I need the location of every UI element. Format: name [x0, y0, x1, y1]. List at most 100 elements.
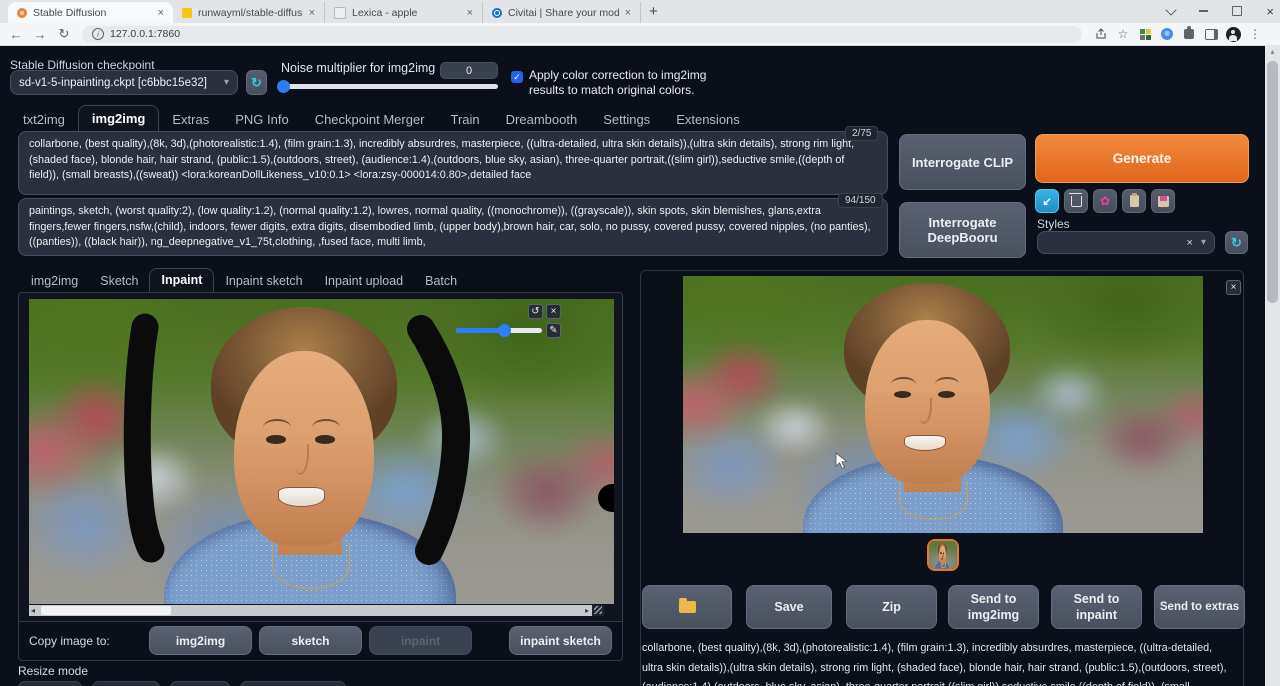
styles-dropdown[interactable]: × ▾	[1037, 231, 1215, 254]
clear-image-icon[interactable]: ×	[546, 304, 561, 319]
canvas-h-scrollbar[interactable]: ◂ ▸	[29, 605, 604, 616]
back-icon[interactable]: ←	[4, 27, 28, 42]
browser-tab-title: runwayml/stable-diffusion-inpa	[198, 6, 303, 19]
resize-mode-option[interactable]	[92, 681, 160, 686]
mode-tab-img2img[interactable]: img2img	[20, 270, 89, 292]
browser-tab-huggingface[interactable]: runwayml/stable-diffusion-inpa ×	[173, 2, 325, 23]
browser-tab-lexica[interactable]: Lexica - apple ×	[325, 2, 483, 23]
page-scrollbar[interactable]: ▴	[1265, 45, 1280, 686]
apply-styles-button[interactable]	[1122, 189, 1146, 213]
extra-networks-button[interactable]: ✿	[1093, 189, 1117, 213]
brush-size-slider[interactable]	[456, 324, 542, 337]
scrollbar-thumb[interactable]	[1267, 61, 1278, 303]
tab-close-icon[interactable]: ×	[158, 7, 164, 19]
undo-icon[interactable]: ↺	[528, 304, 543, 319]
portrait-face	[844, 282, 1011, 495]
paste-generation-params-button[interactable]: ↙	[1035, 189, 1059, 213]
new-tab-button[interactable]: +	[649, 3, 658, 20]
refresh-checkpoint-button[interactable]: ↻	[246, 70, 267, 95]
copy-to-img2img-button[interactable]: img2img	[149, 626, 252, 655]
zip-button[interactable]: Zip	[846, 585, 937, 629]
scroll-left-icon[interactable]: ◂	[31, 605, 35, 616]
copy-to-inpaint-sketch-button[interactable]: inpaint sketch	[509, 626, 612, 655]
site-info-icon[interactable]: i	[92, 28, 104, 40]
send-to-extras-button[interactable]: Send to extras	[1154, 585, 1245, 629]
mode-tab-inpaint[interactable]: Inpaint	[149, 268, 215, 292]
send-to-inpaint-button[interactable]: Send to inpaint	[1051, 585, 1142, 629]
tab-train[interactable]: Train	[438, 107, 493, 132]
brush-icon[interactable]: ✎	[546, 323, 561, 338]
scroll-right-icon[interactable]: ▸	[585, 605, 589, 616]
extension-grid-icon[interactable]	[1134, 23, 1156, 45]
tab-extensions[interactable]: Extensions	[663, 107, 753, 132]
tab-txt2img[interactable]: txt2img	[10, 107, 78, 132]
noise-multiplier-input[interactable]: 0	[440, 62, 498, 79]
browser-tab-civitai[interactable]: Civitai | Share your models ×	[483, 2, 641, 23]
refresh-styles-button[interactable]: ↻	[1225, 231, 1248, 254]
inpaint-canvas[interactable]: ↺ × ✎	[29, 299, 614, 604]
resize-mode-option[interactable]	[240, 681, 346, 686]
noise-multiplier-slider[interactable]	[281, 84, 498, 89]
checkpoint-dropdown[interactable]: sd-v1-5-inpainting.ckpt [c6bbc15e32] ▾	[10, 70, 238, 95]
side-panel-icon[interactable]	[1200, 23, 1222, 45]
window-menu-chevron-icon[interactable]	[1165, 3, 1178, 16]
output-gallery-panel: × Save Zip Send to img2img Send to inpai…	[640, 270, 1245, 686]
window-close-icon[interactable]: ×	[1266, 4, 1274, 19]
prompt-textarea[interactable]: collarbone, (best quality),(8k, 3d),(pho…	[18, 131, 888, 195]
tab-dreambooth[interactable]: Dreambooth	[493, 107, 591, 132]
tab-checkpoint-merger[interactable]: Checkpoint Merger	[302, 107, 438, 132]
color-correction-checkbox[interactable]: ✓	[511, 71, 523, 83]
save-button[interactable]: Save	[746, 585, 832, 629]
scroll-up-icon[interactable]: ▴	[1265, 47, 1280, 56]
extension-blue-icon[interactable]	[1156, 23, 1178, 45]
noise-slider-handle[interactable]	[277, 80, 290, 93]
output-image[interactable]	[683, 276, 1203, 533]
interrogate-deepbooru-button[interactable]: Interrogate DeepBooru	[899, 202, 1026, 258]
share-icon[interactable]	[1090, 23, 1112, 45]
refresh-icon: ↻	[251, 74, 262, 90]
copy-to-sketch-button[interactable]: sketch	[259, 626, 362, 655]
clear-prompt-button[interactable]	[1064, 189, 1088, 213]
resize-mode-option[interactable]	[170, 681, 230, 686]
tab-close-icon[interactable]: ×	[625, 7, 631, 19]
brush-size-handle[interactable]	[498, 324, 511, 337]
negative-prompt-textarea[interactable]: paintings, sketch, (worst quality:2), (l…	[18, 198, 888, 256]
forward-icon[interactable]: →	[28, 27, 52, 42]
tab-close-icon[interactable]: ×	[467, 7, 473, 19]
minimize-icon[interactable]	[1199, 10, 1209, 12]
bookmark-star-icon[interactable]: ☆	[1112, 23, 1134, 45]
portrait-eye	[893, 390, 912, 398]
address-bar[interactable]: i 127.0.0.1:7860	[82, 25, 1082, 43]
browser-menu-kebab-icon[interactable]: ⋮	[1244, 23, 1266, 45]
tab-settings[interactable]: Settings	[590, 107, 663, 132]
mode-tab-batch[interactable]: Batch	[414, 270, 468, 292]
tab-img2img[interactable]: img2img	[77, 105, 160, 132]
img2img-mode-tab-bar: img2img Sketch Inpaint Inpaint sketch In…	[20, 268, 468, 292]
save-style-button[interactable]	[1151, 189, 1175, 213]
gallery-thumbnail-selected[interactable]	[927, 539, 959, 571]
reload-icon[interactable]: ↻	[52, 26, 76, 42]
close-gallery-icon[interactable]: ×	[1226, 280, 1241, 295]
mode-tab-sketch[interactable]: Sketch	[89, 270, 149, 292]
negative-prompt-token-counter: 94/150	[838, 193, 883, 208]
color-correction-label[interactable]: Apply color correction to img2img result…	[529, 68, 734, 98]
open-folder-button[interactable]	[642, 585, 732, 629]
styles-clear-icon[interactable]: ×	[1187, 237, 1193, 249]
generate-button[interactable]: Generate	[1035, 134, 1249, 183]
refresh-icon: ↻	[1231, 234, 1242, 250]
extensions-puzzle-icon[interactable]	[1178, 23, 1200, 45]
interrogate-clip-button[interactable]: Interrogate CLIP	[899, 134, 1026, 190]
maximize-icon[interactable]	[1232, 6, 1243, 16]
resize-mode-option[interactable]	[18, 681, 82, 686]
mode-tab-inpaint-sketch[interactable]: Inpaint sketch	[214, 270, 313, 292]
profile-avatar[interactable]	[1222, 23, 1244, 45]
tab-extras[interactable]: Extras	[159, 107, 222, 132]
tab-close-icon[interactable]: ×	[309, 7, 315, 19]
browser-tab-stable-diffusion[interactable]: Stable Diffusion ×	[8, 2, 173, 23]
resize-grip[interactable]	[592, 605, 604, 616]
send-to-img2img-button[interactable]: Send to img2img	[948, 585, 1039, 629]
brush-size-fill	[456, 328, 503, 333]
mode-tab-inpaint-upload[interactable]: Inpaint upload	[314, 270, 415, 292]
canvas-h-scrollbar-thumb[interactable]	[41, 606, 171, 615]
tab-png-info[interactable]: PNG Info	[222, 107, 301, 132]
